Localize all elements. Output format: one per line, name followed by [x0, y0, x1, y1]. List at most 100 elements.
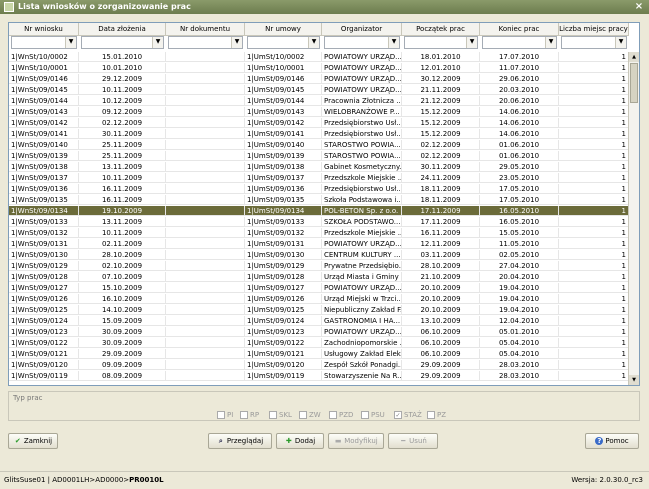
table-row[interactable]: 1|WnSt/09/0141 30.11.2009 1|UmSt/09/0141 Pr…	[9, 129, 629, 139]
table-row[interactable]: 1|WnSt/09/0139 25.11.2009 1|UmSt/09/0139 ST…	[9, 151, 629, 161]
table-row[interactable]: 1|WnSt/09/0133 13.11.2009 1|UmSt/09/0133 SZ…	[9, 217, 629, 227]
filter-data-zlozenia[interactable]: ▼	[81, 36, 164, 49]
cell-poczatek-prac: 18.01.2010	[402, 52, 480, 62]
help-button[interactable]: ? Pomoc	[585, 433, 639, 449]
table-row[interactable]: 1|WnSt/10/0002 15.01.2010 1|UmSt/10/0002 PO…	[9, 52, 629, 62]
work-type-option[interactable]: ZW	[299, 410, 321, 420]
checkbox-icon[interactable]	[427, 411, 435, 419]
cell-nr-dokumentu	[166, 184, 245, 194]
table-row[interactable]: 1|WnSt/09/0136 16.11.2009 1|UmSt/09/0136 Pr…	[9, 184, 629, 194]
table-row[interactable]: 1|WnSt/09/0130 28.10.2009 1|UmSt/09/0130 CE…	[9, 250, 629, 260]
checkbox-icon[interactable]	[361, 411, 369, 419]
work-type-option[interactable]: PI	[217, 410, 233, 420]
chevron-down-icon[interactable]: ▼	[152, 37, 163, 48]
cell-liczba-miejsc: 1	[559, 85, 629, 95]
table-row[interactable]: 1|WnSt/09/0125 14.10.2009 1|UmSt/09/0125 Ni…	[9, 305, 629, 315]
chevron-down-icon[interactable]: ▼	[388, 37, 399, 48]
cell-data-zlozenia: 10.11.2009	[79, 173, 166, 183]
chevron-down-icon[interactable]: ▼	[308, 37, 319, 48]
table-row[interactable]: 1|WnSt/09/0142 02.12.2009 1|UmSt/09/0142 Pr…	[9, 118, 629, 128]
browse-button[interactable]: ⌕ Przeglądaj	[208, 433, 272, 449]
close-button[interactable]: ✔ Zamknij	[8, 433, 58, 449]
table-row[interactable]: 1|WnSt/09/0123 30.09.2009 1|UmSt/09/0123 PO…	[9, 327, 629, 337]
work-type-option[interactable]: PZ	[427, 410, 446, 420]
close-icon[interactable]: ×	[633, 1, 645, 13]
cell-data-zlozenia: 29.09.2009	[79, 349, 166, 359]
cell-nr-umowy: 1|UmSt/09/0119	[245, 371, 322, 381]
filter-poczatek-prac[interactable]: ▼	[404, 36, 478, 49]
filter-organizator[interactable]: ▼	[324, 36, 400, 49]
cell-organizator: CENTRUM KULTURY ...	[324, 250, 402, 260]
table-row[interactable]: 1|WnSt/09/0138 13.11.2009 1|UmSt/09/0138 Ga…	[9, 162, 629, 172]
chevron-down-icon[interactable]: ▼	[65, 37, 76, 48]
table-row[interactable]: 1|WnSt/09/0124 15.09.2009 1|UmSt/09/0124 GA…	[9, 316, 629, 326]
work-type-option[interactable]: RP	[240, 410, 259, 420]
table-row[interactable]: 1|WnSt/09/0129 02.10.2009 1|UmSt/09/0129 Pr…	[9, 261, 629, 271]
column-header-organizator[interactable]: Organizator	[322, 23, 402, 36]
table-row[interactable]: 1|WnSt/09/0121 29.09.2009 1|UmSt/09/0121 Us…	[9, 349, 629, 359]
chevron-down-icon[interactable]: ▼	[615, 37, 626, 48]
modify-button[interactable]: ▬ Modyfikuj	[328, 433, 384, 449]
chevron-down-icon[interactable]: ▼	[545, 37, 556, 48]
checkbox-icon[interactable]	[299, 411, 307, 419]
checkbox-icon[interactable]	[217, 411, 225, 419]
chevron-down-icon[interactable]: ▼	[466, 37, 477, 48]
filter-nr-umowy[interactable]: ▼	[247, 36, 320, 49]
column-header-nr-umowy[interactable]: Nr umowy	[245, 23, 322, 36]
table-row[interactable]: 1|WnSt/09/0132 10.11.2009 1|UmSt/09/0132 Pr…	[9, 228, 629, 238]
table-row[interactable]: 1|WnSt/09/0146 29.12.2009 1|UmSt/09/0146 PO…	[9, 74, 629, 84]
column-header-nr-wniosku[interactable]: Nr wniosku	[9, 23, 79, 36]
filter-nr-wniosku[interactable]: ▼	[11, 36, 77, 49]
chevron-down-icon[interactable]: ▼	[231, 37, 242, 48]
table-row[interactable]: 1|WnSt/10/0001 10.01.2010 1|UmSt/10/0001 PO…	[9, 63, 629, 73]
plus-icon: ✚	[285, 437, 292, 445]
cell-nr-wniosku: 1|WnSt/09/0144	[9, 96, 79, 106]
work-type-option[interactable]: PZD	[329, 410, 353, 420]
filter-nr-dokumentu[interactable]: ▼	[168, 36, 243, 49]
cell-nr-umowy: 1|UmSt/10/0002	[245, 52, 322, 62]
cell-poczatek-prac: 29.09.2009	[402, 371, 480, 381]
cell-data-zlozenia: 02.12.2009	[79, 118, 166, 128]
cell-poczatek-prac: 02.12.2009	[402, 151, 480, 161]
table-row[interactable]: 1|WnSt/09/0128 07.10.2009 1|UmSt/09/0128 Ur…	[9, 272, 629, 282]
cell-data-zlozenia: 16.11.2009	[79, 195, 166, 205]
checkbox-icon[interactable]	[240, 411, 248, 419]
column-header-data-zlozenia[interactable]: Data złożenia	[79, 23, 166, 36]
table-row[interactable]: 1|WnSt/09/0143 09.12.2009 1|UmSt/09/0143 WI…	[9, 107, 629, 117]
add-button[interactable]: ✚ Dodaj	[276, 433, 324, 449]
work-type-option[interactable]: ✓ STAŻ	[394, 410, 422, 420]
vertical-scrollbar[interactable]: ▲ ▼	[628, 52, 639, 385]
table-row[interactable]: 1|WnSt/09/0135 16.11.2009 1|UmSt/09/0135 Sz…	[9, 195, 629, 205]
table-row[interactable]: 1|WnSt/09/0119 08.09.2009 1|UmSt/09/0119 St…	[9, 371, 629, 381]
table-row[interactable]: 1|WnSt/09/0131 02.11.2009 1|UmSt/09/0131 PO…	[9, 239, 629, 249]
column-header-nr-dokumentu[interactable]: Nr dokumentu	[166, 23, 245, 36]
cell-organizator: POWIATOWY URZĄD...	[324, 239, 402, 249]
checkbox-icon[interactable]	[329, 411, 337, 419]
table-row[interactable]: 1|WnSt/09/0137 10.11.2009 1|UmSt/09/0137 Pr…	[9, 173, 629, 183]
scroll-thumb[interactable]	[630, 63, 638, 103]
table-row[interactable]: 1|WnSt/09/0122 30.09.2009 1|UmSt/09/0122 Za…	[9, 338, 629, 348]
table-row[interactable]: 1|WnSt/09/0126 16.10.2009 1|UmSt/09/0126 Ur…	[9, 294, 629, 304]
cell-poczatek-prac: 12.01.2010	[402, 63, 480, 73]
column-header-koniec-prac[interactable]: Koniec prac	[480, 23, 559, 36]
scroll-down-icon[interactable]: ▼	[629, 375, 639, 385]
cell-nr-wniosku: 1|WnSt/09/0126	[9, 294, 79, 304]
filter-liczba-miejsc[interactable]: ▼	[561, 36, 627, 49]
table-row[interactable]: 1|WnSt/09/0127 15.10.2009 1|UmSt/09/0127 PO…	[9, 283, 629, 293]
cell-nr-dokumentu	[166, 173, 245, 183]
filter-koniec-prac[interactable]: ▼	[482, 36, 557, 49]
delete-button[interactable]: ━ Usuń	[388, 433, 438, 449]
table-row[interactable]: 1|WnSt/09/0134 19.10.2009 1|UmSt/09/0134 PO…	[9, 206, 629, 216]
column-header-poczatek-prac[interactable]: Początek prac	[402, 23, 480, 36]
checkbox-icon[interactable]: ✓	[394, 411, 402, 419]
table-row[interactable]: 1|WnSt/09/0144 10.12.2009 1|UmSt/09/0144 Pr…	[9, 96, 629, 106]
scroll-up-icon[interactable]: ▲	[629, 52, 639, 62]
table-row[interactable]: 1|WnSt/09/0120 09.09.2009 1|UmSt/09/0120 Ze…	[9, 360, 629, 370]
table-row[interactable]: 1|WnSt/09/0145 10.11.2009 1|UmSt/09/0145 PO…	[9, 85, 629, 95]
column-header-liczba-miejsc[interactable]: Liczba miejsc pracy	[559, 23, 629, 36]
work-type-option[interactable]: SKL	[269, 410, 292, 420]
cell-liczba-miejsc: 1	[559, 74, 629, 84]
table-row[interactable]: 1|WnSt/09/0140 25.11.2009 1|UmSt/09/0140 ST…	[9, 140, 629, 150]
work-type-option[interactable]: PSU	[361, 410, 385, 420]
checkbox-icon[interactable]	[269, 411, 277, 419]
